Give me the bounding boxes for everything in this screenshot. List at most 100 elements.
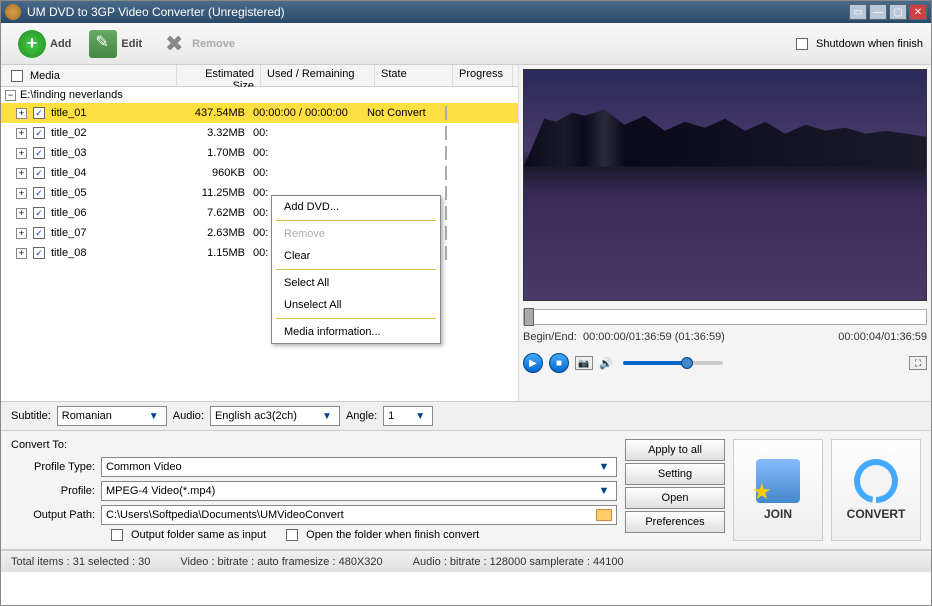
checkbox-icon[interactable]: ✓ bbox=[33, 107, 45, 119]
setting-button[interactable]: Setting bbox=[625, 463, 725, 485]
folder-icon[interactable] bbox=[596, 509, 612, 521]
join-button[interactable]: JOIN bbox=[733, 439, 823, 541]
item-size: 2.63MB bbox=[169, 227, 253, 239]
root-label: E:\finding neverlands bbox=[20, 89, 123, 101]
item-size: 3.32MB bbox=[169, 127, 253, 139]
open-when-finish-checkbox[interactable]: Open the folder when finish convert bbox=[282, 529, 479, 541]
menu-unselect-all[interactable]: Unselect All bbox=[272, 294, 440, 316]
stop-button[interactable]: ■ bbox=[549, 353, 569, 373]
same-as-input-checkbox[interactable]: Output folder same as input bbox=[107, 529, 266, 541]
expand-icon[interactable]: + bbox=[16, 108, 27, 119]
convert-button[interactable]: CONVERT bbox=[831, 439, 921, 541]
shutdown-label: Shutdown when finish bbox=[816, 38, 923, 50]
item-size: 11.25MB bbox=[169, 187, 253, 199]
snapshot-button[interactable]: 📷 bbox=[575, 356, 593, 370]
item-progress bbox=[445, 227, 505, 239]
item-progress bbox=[445, 187, 505, 199]
output-path-label: Output Path: bbox=[11, 509, 101, 521]
fullscreen-button[interactable]: ⛶ bbox=[909, 356, 927, 370]
chevron-down-icon: ▼ bbox=[596, 461, 612, 473]
timeline-handle[interactable] bbox=[524, 308, 534, 326]
remove-icon: ✖ bbox=[160, 30, 188, 58]
collapse-icon[interactable]: − bbox=[5, 90, 16, 101]
item-title: title_04 bbox=[49, 167, 169, 179]
volume-icon[interactable]: 🔊 bbox=[599, 357, 613, 370]
audio-select[interactable]: English ac3(2ch)▼ bbox=[210, 406, 340, 426]
tree-item[interactable]: +✓title_023.32MB00: bbox=[1, 123, 518, 143]
menu-add-dvd[interactable]: Add DVD... bbox=[272, 196, 440, 218]
play-button[interactable]: ▶ bbox=[523, 353, 543, 373]
expand-icon[interactable]: + bbox=[16, 248, 27, 259]
col-state[interactable]: State bbox=[375, 65, 453, 86]
convert-icon bbox=[854, 459, 898, 503]
options-bar: Subtitle: Romanian▼ Audio: English ac3(2… bbox=[1, 401, 931, 431]
convert-heading: Convert To: bbox=[11, 439, 617, 451]
preferences-button[interactable]: Preferences bbox=[625, 511, 725, 533]
remove-button[interactable]: ✖ Remove bbox=[151, 27, 244, 61]
video-preview[interactable] bbox=[523, 69, 927, 301]
expand-icon[interactable]: + bbox=[16, 148, 27, 159]
col-media[interactable]: Media bbox=[1, 65, 177, 86]
volume-slider[interactable] bbox=[623, 361, 723, 365]
expand-icon[interactable]: + bbox=[16, 208, 27, 219]
preview-pane: Begin/End: 00:00:00/01:36:59 (01:36:59) … bbox=[519, 65, 931, 401]
tree-root[interactable]: − E:\finding neverlands bbox=[1, 87, 518, 103]
edit-button[interactable]: Edit bbox=[80, 27, 151, 61]
col-used[interactable]: Used / Remaining bbox=[261, 65, 375, 86]
chevron-down-icon: ▼ bbox=[596, 485, 612, 497]
plus-icon: + bbox=[18, 30, 46, 58]
media-tree[interactable]: − E:\finding neverlands +✓title_01437.54… bbox=[1, 87, 518, 401]
tree-item[interactable]: +✓title_031.70MB00: bbox=[1, 143, 518, 163]
checkbox-icon[interactable]: ✓ bbox=[33, 127, 45, 139]
tree-item[interactable]: +✓title_04960KB00: bbox=[1, 163, 518, 183]
profile-type-label: Profile Type: bbox=[11, 461, 101, 473]
volume-thumb[interactable] bbox=[681, 357, 693, 369]
checkbox-icon bbox=[796, 38, 808, 50]
checkbox-icon[interactable]: ✓ bbox=[33, 147, 45, 159]
tray-button[interactable]: ▭ bbox=[849, 4, 867, 20]
chevron-down-icon: ▼ bbox=[412, 411, 428, 422]
playtime: 00:00:04/01:36:59 bbox=[838, 331, 927, 343]
remove-label: Remove bbox=[192, 38, 235, 50]
expand-icon[interactable]: + bbox=[16, 128, 27, 139]
item-state: Not Convert bbox=[367, 107, 445, 119]
apply-all-button[interactable]: Apply to all bbox=[625, 439, 725, 461]
edit-label: Edit bbox=[121, 38, 142, 50]
minimize-button[interactable]: — bbox=[869, 4, 887, 20]
chevron-down-icon: ▼ bbox=[146, 411, 162, 422]
add-button[interactable]: + Add bbox=[9, 27, 80, 61]
angle-select[interactable]: 1▼ bbox=[383, 406, 433, 426]
item-title: title_08 bbox=[49, 247, 169, 259]
item-size: 437.54MB bbox=[169, 107, 253, 119]
shutdown-checkbox[interactable]: Shutdown when finish bbox=[792, 38, 923, 50]
item-title: title_02 bbox=[49, 127, 169, 139]
checkbox-icon[interactable]: ✓ bbox=[33, 207, 45, 219]
tree-item[interactable]: +✓title_01437.54MB00:00:00 / 00:00:00Not… bbox=[1, 103, 518, 123]
checkbox-icon[interactable]: ✓ bbox=[33, 227, 45, 239]
titlebar: UM DVD to 3GP Video Converter (Unregiste… bbox=[1, 1, 931, 23]
menu-clear[interactable]: Clear bbox=[272, 245, 440, 267]
subtitle-select[interactable]: Romanian▼ bbox=[57, 406, 167, 426]
subtitle-label: Subtitle: bbox=[11, 410, 51, 422]
checkbox-icon[interactable]: ✓ bbox=[33, 247, 45, 259]
checkbox-icon[interactable]: ✓ bbox=[33, 187, 45, 199]
col-size[interactable]: Estimated Size bbox=[177, 65, 261, 86]
checkbox-icon[interactable]: ✓ bbox=[33, 167, 45, 179]
toolbar: + Add Edit ✖ Remove Shutdown when finish bbox=[1, 23, 931, 65]
maximize-button[interactable]: ▢ bbox=[889, 4, 907, 20]
item-title: title_07 bbox=[49, 227, 169, 239]
open-button[interactable]: Open bbox=[625, 487, 725, 509]
profile-select[interactable]: MPEG-4 Video(*.mp4)▼ bbox=[101, 481, 617, 501]
close-button[interactable]: ✕ bbox=[909, 4, 927, 20]
expand-icon[interactable]: + bbox=[16, 228, 27, 239]
media-list-pane: Media Estimated Size Used / Remaining St… bbox=[1, 65, 519, 401]
expand-icon[interactable]: + bbox=[16, 188, 27, 199]
profile-type-select[interactable]: Common Video▼ bbox=[101, 457, 617, 477]
col-progress[interactable]: Progress bbox=[453, 65, 513, 86]
item-title: title_06 bbox=[49, 207, 169, 219]
timeline-slider[interactable] bbox=[523, 309, 927, 325]
menu-media-info[interactable]: Media information... bbox=[272, 321, 440, 343]
menu-select-all[interactable]: Select All bbox=[272, 272, 440, 294]
expand-icon[interactable]: + bbox=[16, 168, 27, 179]
output-path-field[interactable]: C:\Users\Softpedia\Documents\UMVideoConv… bbox=[101, 505, 617, 525]
